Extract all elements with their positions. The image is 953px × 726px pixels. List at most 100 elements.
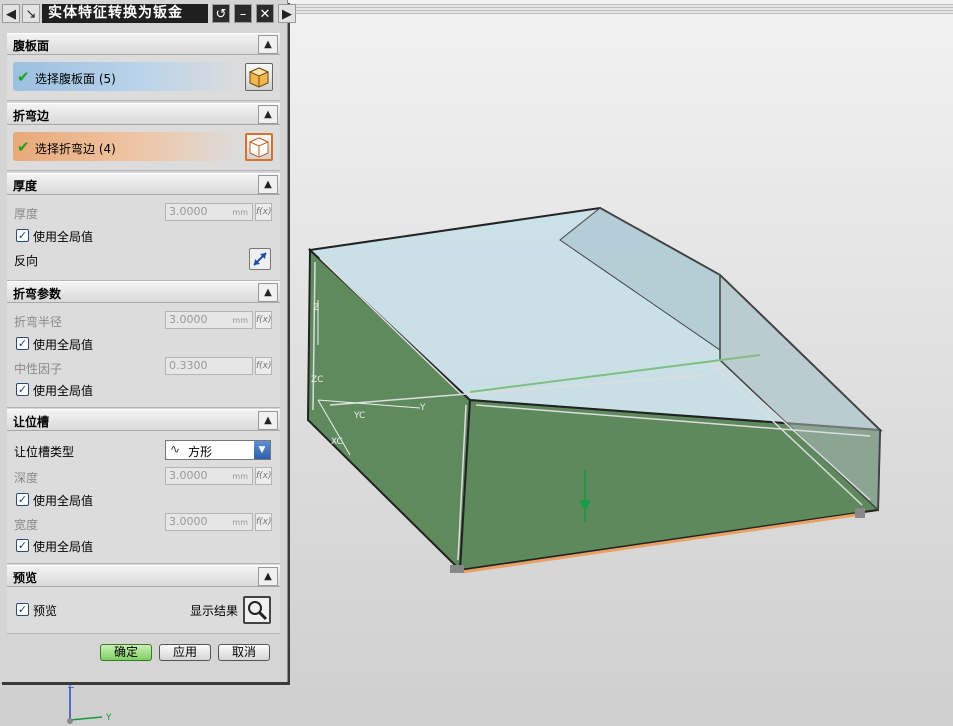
select-bend-edge-label: 选择折弯边 (4) — [35, 142, 116, 156]
use-global-label: 使用全局值 — [33, 230, 94, 244]
use-global-checkbox[interactable]: ✓ — [16, 383, 29, 396]
expand-right-icon[interactable]: ▶ — [278, 4, 296, 23]
section-bend-params: 折弯半径 3.0000 mm f(x) ✓ 使用全局值 中性因子 0.3300 f… — [7, 303, 280, 408]
convert-to-sheetmetal-dialog: ◀ ↘ 实体特征转换为钣金 ↺ – ✕ ▶ 腹板面 ▲ ✔ 选择腹板面 (5) … — [0, 0, 296, 682]
use-global-label: 使用全局值 — [33, 384, 94, 398]
formula-button[interactable]: f(x) — [255, 513, 272, 531]
use-global-checkbox[interactable]: ✓ — [16, 337, 29, 350]
chevron-up-icon[interactable]: ▲ — [258, 411, 278, 430]
corner-relief — [855, 508, 865, 518]
chevron-up-icon[interactable]: ▲ — [258, 175, 278, 194]
axis-label-zc: ZC — [311, 375, 323, 385]
bend-radius-value: 3.0000 — [169, 313, 208, 326]
chevron-down-icon[interactable]: ▼ — [254, 441, 270, 459]
section-preview: ✓ 预览 显示结果 — [7, 587, 280, 634]
cube-icon — [248, 137, 270, 158]
neutral-factor-value: 0.3300 — [169, 359, 208, 372]
reverse-direction-button[interactable] — [249, 248, 271, 270]
chevron-up-icon[interactable]: ▲ — [258, 105, 278, 124]
select-face-button[interactable] — [245, 63, 273, 91]
cube-icon — [248, 67, 270, 88]
depth-label: 深度 — [14, 471, 39, 485]
chevron-up-icon[interactable]: ▲ — [258, 283, 278, 302]
checkmark-icon: ✔ — [17, 138, 30, 156]
use-global-checkbox[interactable]: ✓ — [16, 229, 29, 242]
section-bend-edge: ✔ 选择折弯边 (4) — [7, 125, 280, 171]
unit-label: mm — [232, 208, 248, 217]
section-web-face: ✔ 选择腹板面 (5) — [7, 55, 280, 101]
preview-label: 预览 — [33, 604, 58, 618]
neutral-factor-label: 中性因子 — [14, 362, 63, 376]
select-bend-edge-bar[interactable]: ✔ 选择折弯边 (4) — [13, 132, 241, 161]
minimize-icon[interactable]: – — [234, 4, 252, 23]
use-global-checkbox[interactable]: ✓ — [16, 539, 29, 552]
chevron-up-icon[interactable]: ▲ — [258, 567, 278, 586]
section-header-web-face[interactable]: 腹板面 ▲ — [7, 33, 280, 55]
dialog-titlebar[interactable]: ◀ ↘ 实体特征转换为钣金 ↺ – ✕ ▶ — [0, 2, 296, 24]
reset-icon[interactable]: ↺ — [212, 4, 230, 23]
checkmark-icon: ✔ — [17, 68, 30, 86]
unit-label: mm — [232, 472, 248, 481]
use-global-label: 使用全局值 — [33, 338, 94, 352]
select-edge-button[interactable] — [245, 133, 273, 161]
width-input[interactable]: 3.0000 mm — [165, 513, 253, 531]
section-title: 预览 — [13, 571, 38, 585]
formula-button[interactable]: f(x) — [255, 357, 272, 375]
preview-checkbox[interactable]: ✓ — [16, 603, 29, 616]
dialog-title: 实体特征转换为钣金 — [42, 4, 208, 23]
close-icon[interactable]: ✕ — [256, 4, 274, 23]
reverse-direction-icon — [253, 252, 267, 266]
formula-button[interactable]: f(x) — [255, 203, 272, 221]
axis-label-xc: XC — [331, 437, 343, 447]
formula-button[interactable]: f(x) — [255, 311, 272, 329]
triad-label-y: Y — [105, 713, 112, 723]
thickness-value: 3.0000 — [169, 205, 208, 218]
section-title: 折弯参数 — [13, 287, 62, 301]
arrow-cursor-icon[interactable]: ↘ — [22, 4, 40, 23]
section-relief: 让位槽类型 ∿ 方形 ▼ 深度 3.0000 mm f(x) ✓ 使用全局值 宽度… — [7, 431, 280, 564]
ok-button[interactable]: 确定 — [100, 644, 152, 661]
bend-radius-label: 折弯半径 — [14, 315, 63, 329]
collapse-left-icon[interactable]: ◀ — [2, 4, 20, 23]
section-title: 让位槽 — [13, 415, 50, 429]
cancel-button[interactable]: 取消 — [218, 644, 270, 661]
chevron-up-icon[interactable]: ▲ — [258, 35, 278, 54]
select-web-face-label: 选择腹板面 (5) — [35, 72, 116, 86]
section-title: 腹板面 — [13, 39, 50, 53]
unit-label: mm — [232, 518, 248, 527]
thickness-input[interactable]: 3.0000 mm — [165, 203, 253, 221]
corner-relief — [450, 565, 464, 573]
axis-label-yc: YC — [353, 411, 365, 421]
triad-label-z: Z — [68, 682, 74, 691]
relief-type-select[interactable]: ∿ 方形 ▼ — [165, 440, 271, 460]
use-global-label: 使用全局值 — [33, 540, 94, 554]
show-result-button[interactable] — [243, 596, 271, 624]
relief-type-label: 让位槽类型 — [14, 445, 75, 459]
select-web-face-bar[interactable]: ✔ 选择腹板面 (5) — [13, 62, 241, 91]
relief-shape-icon: ∿ — [170, 442, 181, 456]
section-thickness: 厚度 3.0000 mm f(x) ✓ 使用全局值 反向 — [7, 195, 280, 281]
section-title: 折弯边 — [13, 109, 50, 123]
section-header-relief[interactable]: 让位槽 ▲ — [7, 409, 280, 431]
section-header-bend-edge[interactable]: 折弯边 ▲ — [7, 103, 280, 125]
reverse-label: 反向 — [14, 254, 39, 268]
use-global-label: 使用全局值 — [33, 494, 94, 508]
width-label: 宽度 — [14, 518, 39, 532]
axis-label-y: Y — [419, 403, 426, 413]
depth-input[interactable]: 3.0000 mm — [165, 467, 253, 485]
section-header-preview[interactable]: 预览 ▲ — [7, 565, 280, 587]
magnifier-icon — [248, 601, 268, 621]
relief-type-value: 方形 — [188, 445, 213, 459]
show-result-label: 显示结果 — [190, 604, 239, 618]
section-header-bend-params[interactable]: 折弯参数 ▲ — [7, 281, 280, 303]
unit-label: mm — [232, 316, 248, 325]
apply-button[interactable]: 应用 — [159, 644, 211, 661]
bend-radius-input[interactable]: 3.0000 mm — [165, 311, 253, 329]
width-value: 3.0000 — [169, 515, 208, 528]
view-triad: Z Y — [67, 682, 112, 724]
neutral-factor-input[interactable]: 0.3300 — [165, 357, 253, 375]
section-header-thickness[interactable]: 厚度 ▲ — [7, 173, 280, 195]
formula-button[interactable]: f(x) — [255, 467, 272, 485]
use-global-checkbox[interactable]: ✓ — [16, 493, 29, 506]
thickness-label: 厚度 — [14, 207, 39, 221]
